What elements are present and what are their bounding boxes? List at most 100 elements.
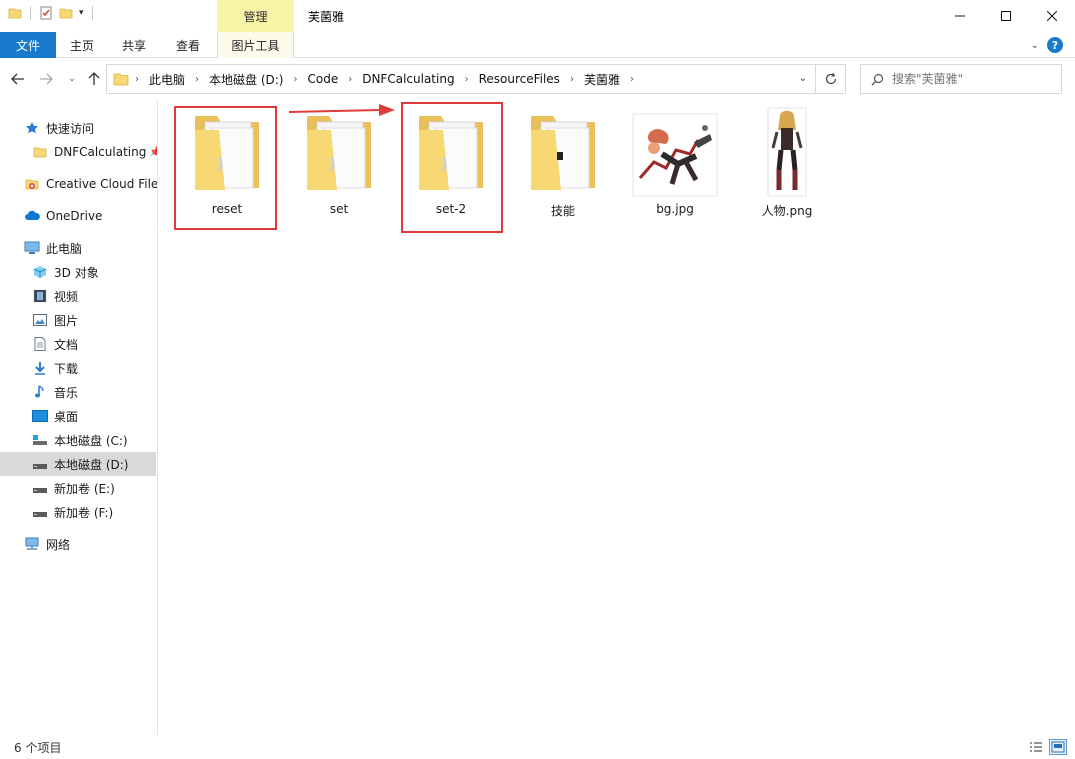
close-button[interactable] (1029, 0, 1075, 32)
forward-button[interactable] (36, 69, 56, 89)
maximize-button[interactable] (983, 0, 1029, 32)
folder-icon (518, 106, 608, 198)
sidebar-item-music[interactable]: 音乐 (0, 380, 156, 404)
navigation-pane: 快速访问 DNFCalculating 📌 Creative Cloud Fil… (0, 100, 158, 735)
toolbar-separator (91, 6, 93, 20)
sidebar-item-drive-d[interactable]: 本地磁盘 (D:) (0, 452, 156, 476)
large-icons-view-icon[interactable] (1049, 739, 1067, 755)
computer-icon (24, 240, 40, 256)
picture-icon (32, 312, 48, 328)
tab-file[interactable]: 文件 (0, 32, 56, 58)
help-icon[interactable]: ? (1047, 37, 1063, 53)
file-name: set (329, 202, 349, 216)
sidebar-item-creative-cloud[interactable]: Creative Cloud Files (0, 172, 157, 196)
sidebar-item-label: 快速访问 (46, 121, 95, 136)
window-title: 芙菌雅 (308, 10, 345, 24)
file-item-set[interactable]: set (287, 106, 391, 228)
file-item-bg-jpg[interactable]: bg.jpg (623, 106, 727, 228)
toolbar-separator (30, 6, 31, 20)
refresh-icon (825, 72, 836, 85)
highlight-box (401, 102, 503, 233)
ribbon-tabs: 文件 主页 共享 查看 图片工具 ⌄ ? (0, 32, 1075, 58)
navigation-bar: ⌄ › 此电脑 › 本地磁盘 (D:) › Code › DNFCalculat… (0, 58, 1075, 100)
sidebar-item-quick-access[interactable]: 快速访问 (0, 116, 156, 140)
sidebar-item-this-pc[interactable]: 此电脑 (0, 236, 156, 260)
sidebar-item-label: 图片 (54, 313, 79, 328)
file-item-character-png[interactable]: 人物.png (735, 106, 839, 228)
item-count: 6 个项目 (14, 740, 62, 755)
sidebar-item-network[interactable]: 网络 (0, 532, 156, 556)
customize-toolbar-icon[interactable]: ▾ (79, 8, 84, 18)
download-icon (32, 360, 48, 376)
breadcrumb-resourcefiles[interactable]: ResourceFiles (475, 72, 564, 86)
drive-icon (32, 456, 48, 472)
tab-share[interactable]: 共享 (110, 32, 158, 58)
properties-icon[interactable] (39, 6, 53, 20)
up-button[interactable] (84, 69, 104, 89)
sidebar-item-drive-f[interactable]: 新加卷 (F:) (0, 500, 156, 524)
arrow-annotation (288, 104, 395, 116)
file-name: 人物.png (761, 204, 813, 218)
image-thumbnail (742, 106, 832, 198)
star-icon (24, 120, 40, 136)
sidebar-item-label: 视频 (54, 289, 79, 304)
breadcrumb-code[interactable]: Code (303, 72, 342, 86)
image-thumbnail (630, 106, 720, 198)
sidebar-item-label: 桌面 (54, 409, 79, 424)
network-icon (24, 536, 40, 552)
search-box[interactable] (860, 64, 1062, 94)
folder-icon (113, 72, 129, 86)
recent-locations-button[interactable]: ⌄ (62, 69, 82, 89)
chevron-right-icon[interactable]: › (564, 74, 580, 85)
sidebar-item-pictures[interactable]: 图片 (0, 308, 156, 332)
chevron-right-icon[interactable]: › (287, 74, 303, 85)
new-folder-icon[interactable] (59, 6, 73, 20)
chevron-right-icon[interactable]: › (459, 74, 475, 85)
folder-icon (32, 144, 48, 160)
chevron-right-icon[interactable]: › (624, 74, 640, 85)
search-input[interactable] (892, 72, 1052, 86)
context-tab-manage[interactable]: 管理 (217, 0, 294, 32)
file-list: reset set set-2 技能 bg.jpg 人物.png (159, 100, 1075, 735)
sidebar-item-label: 新加卷 (E:) (54, 481, 115, 496)
drive-icon (32, 504, 48, 520)
sidebar-item-drive-c[interactable]: 本地磁盘 (C:) (0, 428, 156, 452)
tab-home[interactable]: 主页 (58, 32, 106, 58)
sidebar-item-onedrive[interactable]: OneDrive (0, 204, 156, 228)
file-name: 技能 (550, 204, 575, 218)
chevron-down-icon[interactable]: ⌄ (799, 73, 807, 84)
breadcrumb-drive-d[interactable]: 本地磁盘 (D:) (205, 71, 287, 88)
sidebar-item-label: OneDrive (46, 209, 103, 223)
file-item-skills[interactable]: 技能 (511, 106, 615, 228)
film-icon (32, 288, 48, 304)
sidebar-item-drive-e[interactable]: 新加卷 (E:) (0, 476, 156, 500)
chevron-right-icon[interactable]: › (342, 74, 358, 85)
sidebar-item-dnfcalculating[interactable]: DNFCalculating 📌 (0, 140, 157, 164)
breadcrumb-this-pc[interactable]: 此电脑 (145, 71, 189, 88)
tab-picture-tools[interactable]: 图片工具 (217, 32, 294, 58)
details-view-icon[interactable] (1027, 739, 1045, 755)
sidebar-item-videos[interactable]: 视频 (0, 284, 156, 308)
sidebar-item-3d-objects[interactable]: 3D 对象 (0, 260, 156, 284)
chevron-right-icon[interactable]: › (129, 74, 145, 85)
sidebar-item-label: DNFCalculating (54, 145, 147, 159)
minimize-button[interactable] (937, 0, 983, 32)
breadcrumb-dnfcalculating[interactable]: DNFCalculating (358, 72, 458, 86)
refresh-button[interactable] (816, 64, 846, 94)
sidebar-item-downloads[interactable]: 下载 (0, 356, 156, 380)
quick-access-toolbar: ▾ (8, 6, 95, 20)
back-button[interactable] (8, 69, 28, 89)
expand-ribbon-icon[interactable]: ⌄ (1031, 40, 1039, 51)
sidebar-item-label: 新加卷 (F:) (54, 505, 114, 520)
drive-icon (32, 480, 48, 496)
sidebar-item-label: 本地磁盘 (D:) (54, 457, 129, 472)
creative-cloud-icon (24, 176, 40, 192)
breadcrumb-current[interactable]: 芙菌雅 (580, 71, 624, 88)
tab-view[interactable]: 查看 (162, 32, 214, 58)
sidebar-item-label: 网络 (46, 537, 71, 552)
sidebar-item-documents[interactable]: 文档 (0, 332, 156, 356)
chevron-right-icon[interactable]: › (189, 74, 205, 85)
file-name: bg.jpg (656, 202, 694, 216)
sidebar-item-desktop[interactable]: 桌面 (0, 404, 156, 428)
address-bar[interactable]: › 此电脑 › 本地磁盘 (D:) › Code › DNFCalculatin… (106, 64, 816, 94)
